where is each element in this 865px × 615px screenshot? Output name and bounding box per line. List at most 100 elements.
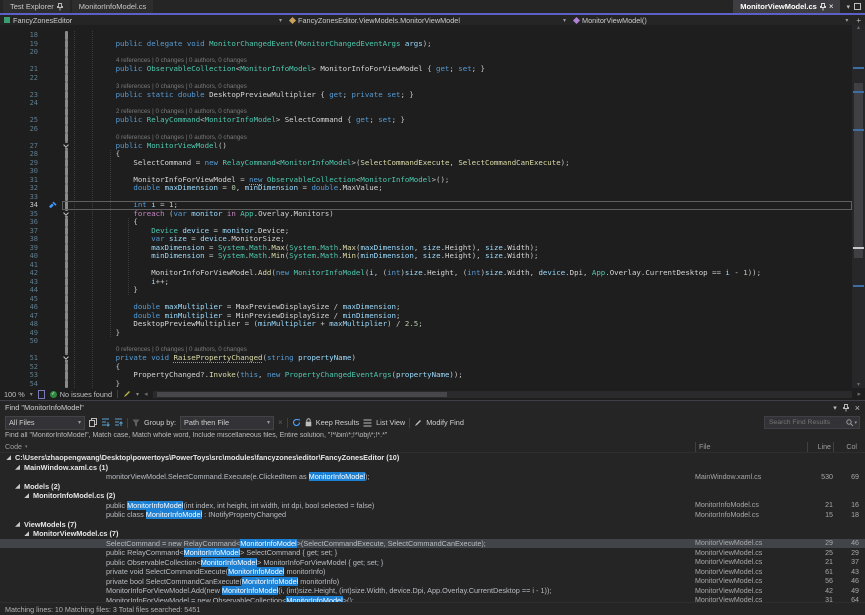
find-panel-titlebar[interactable]: Find "MonitorInfoModel" ▾ × — [0, 401, 865, 413]
code-line[interactable]: 48 DesktopPreviewMultiplier = (minMultip… — [0, 320, 852, 329]
tab-monitorinfomodel[interactable]: MonitorInfoModel.cs — [72, 0, 154, 13]
code-line[interactable]: 53 PropertyChanged?.Invoke(this, new Pro… — [0, 371, 852, 380]
line-number[interactable]: 24 — [0, 99, 44, 107]
column-header-line[interactable]: Line — [807, 442, 833, 452]
plus-icon[interactable]: + — [852, 16, 865, 25]
find-group-row[interactable]: MonitorInfoModel.cs (2) — [0, 491, 865, 501]
list-view-label[interactable]: List View — [376, 418, 405, 427]
expander-icon[interactable] — [24, 531, 29, 536]
line-number[interactable]: 45 — [0, 295, 44, 303]
code-line[interactable]: 23 public static double DesktopPreviewMu… — [0, 91, 852, 100]
line-number[interactable]: 32 — [0, 184, 44, 192]
chevron-down-icon[interactable]: ▾ — [833, 404, 837, 412]
code-line[interactable]: 27 public MonitorViewModel() — [0, 142, 852, 151]
line-number[interactable]: 50 — [0, 337, 44, 345]
lock-icon[interactable] — [305, 418, 312, 427]
float-window-icon[interactable] — [854, 3, 861, 10]
code-line[interactable]: 25 public RelayCommand<MonitorInfoModel>… — [0, 116, 852, 125]
find-result-row[interactable]: SelectCommand = new RelayCommand<Monitor… — [0, 539, 865, 549]
code-editor[interactable]: 1819 public delegate void MonitorChanged… — [0, 25, 865, 400]
copy-icon[interactable] — [89, 418, 97, 427]
scrollbar-thumb[interactable] — [157, 392, 447, 397]
line-number[interactable]: 30 — [0, 167, 44, 175]
scope-dropdown[interactable]: All Files ▾ — [5, 416, 85, 430]
line-number[interactable]: 20 — [0, 48, 44, 56]
line-number[interactable]: 41 — [0, 261, 44, 269]
line-number[interactable]: 19 — [0, 40, 44, 48]
quick-actions-screwdriver-icon[interactable] — [48, 201, 57, 210]
code-line[interactable]: 50 — [0, 337, 852, 346]
code-line[interactable]: 49 } — [0, 329, 852, 338]
find-result-row[interactable]: public class MonitorInfoModel : INotifyP… — [0, 510, 865, 520]
line-number[interactable]: 26 — [0, 125, 44, 133]
line-number[interactable]: 51 — [0, 354, 44, 362]
group-by-dropdown[interactable]: Path then File ▾ — [180, 416, 274, 430]
modify-find-pencil-icon[interactable] — [414, 419, 422, 427]
line-number[interactable]: 31 — [0, 176, 44, 184]
scroll-left-icon[interactable]: ◂ — [144, 390, 148, 398]
line-number[interactable]: 47 — [0, 312, 44, 320]
line-number[interactable]: 27 — [0, 142, 44, 150]
find-result-row[interactable]: public ObservableCollection<MonitorInfoM… — [0, 558, 865, 568]
line-number[interactable]: 52 — [0, 363, 44, 371]
line-number[interactable]: 54 — [0, 380, 44, 388]
code-line[interactable]: 44 } — [0, 286, 852, 295]
member-dropdown[interactable]: MonitorViewModel() ▾ — [570, 15, 852, 25]
line-number[interactable]: 37 — [0, 227, 44, 235]
line-number[interactable]: 48 — [0, 320, 44, 328]
code-health-indicator[interactable]: ✓ No issues found — [50, 390, 112, 399]
line-number[interactable]: 39 — [0, 244, 44, 252]
chevron-down-icon[interactable]: ▾ — [854, 420, 857, 426]
code-line[interactable]: 21 public ObservableCollection<MonitorIn… — [0, 65, 852, 74]
expander-icon[interactable] — [6, 455, 11, 460]
scroll-right-icon[interactable]: ▸ — [857, 390, 861, 398]
find-group-row[interactable]: MainWindow.xaml.cs (1) — [0, 463, 865, 473]
line-number[interactable]: 44 — [0, 286, 44, 294]
project-dropdown[interactable]: FancyZonesEditor ▾ — [0, 15, 286, 25]
line-number[interactable]: 42 — [0, 269, 44, 277]
expander-icon[interactable] — [15, 522, 20, 527]
line-number[interactable]: 28 — [0, 150, 44, 158]
line-number[interactable]: 35 — [0, 210, 44, 218]
chevron-down-icon[interactable]: ▾ — [30, 391, 33, 398]
outline-collapse-icon[interactable] — [63, 143, 68, 148]
outline-collapse-icon[interactable] — [63, 355, 68, 360]
line-number[interactable]: 49 — [0, 329, 44, 337]
column-header-code[interactable]: Code ▾ — [0, 443, 695, 451]
document-health-icon[interactable] — [38, 390, 45, 399]
pin-icon[interactable] — [843, 404, 849, 412]
code-line[interactable]: 22 — [0, 74, 852, 83]
close-icon[interactable]: × — [829, 2, 834, 11]
find-result-row[interactable]: monitorViewModel.SelectCommand.Execute(e… — [0, 472, 865, 482]
filter-icon[interactable] — [132, 419, 140, 427]
refresh-icon[interactable] — [292, 418, 301, 427]
chevron-down-icon[interactable]: ▾ — [846, 3, 850, 11]
editor-horizontal-scrollbar[interactable] — [153, 391, 853, 398]
find-result-row[interactable]: private bool SelectCommandCanExecute(Mon… — [0, 577, 865, 587]
line-number[interactable]: 46 — [0, 303, 44, 311]
find-group-row[interactable]: ViewModels (7) — [0, 520, 865, 530]
find-group-row[interactable]: Models (2) — [0, 482, 865, 492]
line-number[interactable]: 33 — [0, 193, 44, 201]
tab-test-explorer[interactable]: Test Explorer — [3, 0, 70, 13]
line-number[interactable]: 34 — [0, 201, 44, 209]
pin-icon[interactable] — [820, 3, 826, 11]
tab-monitorviewmodel-active[interactable]: MonitorViewModel.cs × — [733, 0, 840, 13]
editor-vertical-scrollbar[interactable]: ▴ ▾ — [852, 25, 865, 388]
line-number[interactable]: 22 — [0, 74, 44, 82]
type-dropdown[interactable]: FancyZonesEditor.ViewModels.MonitorViewM… — [286, 15, 570, 25]
expander-icon[interactable] — [24, 493, 29, 498]
expand-all-icon[interactable] — [101, 418, 110, 427]
code-line[interactable]: 26 — [0, 125, 852, 134]
code-line[interactable]: 54 } — [0, 380, 852, 389]
column-header-col[interactable]: Col — [833, 442, 859, 452]
scrollbar-thumb[interactable] — [854, 83, 863, 258]
keep-results-label[interactable]: Keep Results — [316, 418, 359, 427]
line-number[interactable]: 23 — [0, 91, 44, 99]
outline-collapse-icon[interactable] — [63, 211, 68, 216]
pencil-icon[interactable] — [123, 390, 131, 398]
line-number[interactable]: 40 — [0, 252, 44, 260]
code-line[interactable]: 32 double maxDimension = 0, minDimension… — [0, 184, 852, 193]
find-group-row[interactable]: MonitorViewModel.cs (7) — [0, 529, 865, 539]
scroll-up-icon[interactable]: ▴ — [852, 25, 865, 31]
